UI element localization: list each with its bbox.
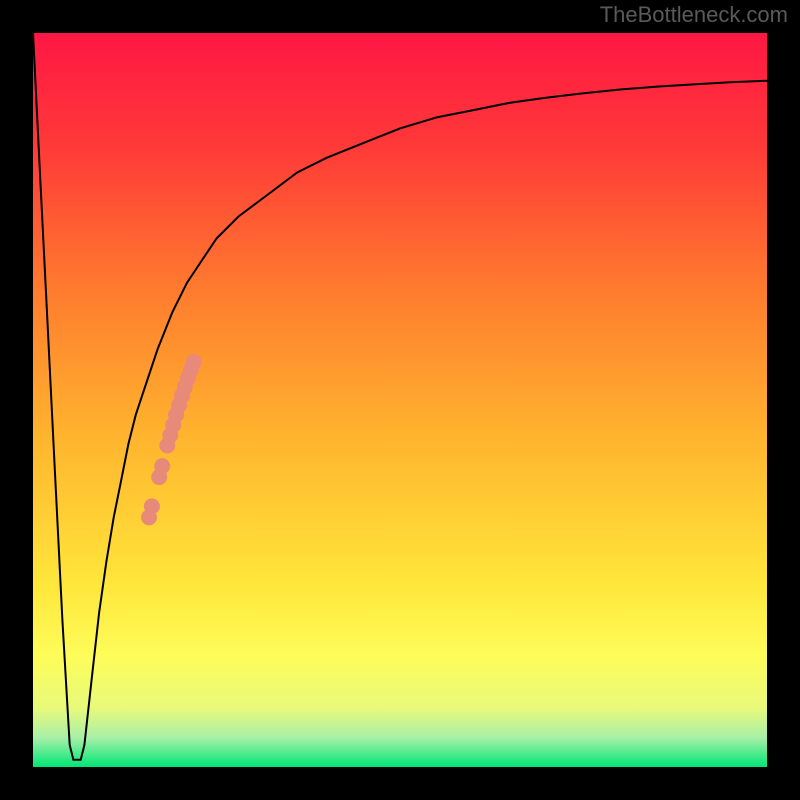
marker-point	[186, 354, 202, 370]
plot-background	[33, 33, 767, 767]
marker-point	[144, 498, 160, 514]
chart-svg	[0, 0, 800, 800]
marker-point	[154, 458, 170, 474]
chart-container: TheBottleneck.com	[0, 0, 800, 800]
watermark-text: TheBottleneck.com	[600, 2, 788, 28]
